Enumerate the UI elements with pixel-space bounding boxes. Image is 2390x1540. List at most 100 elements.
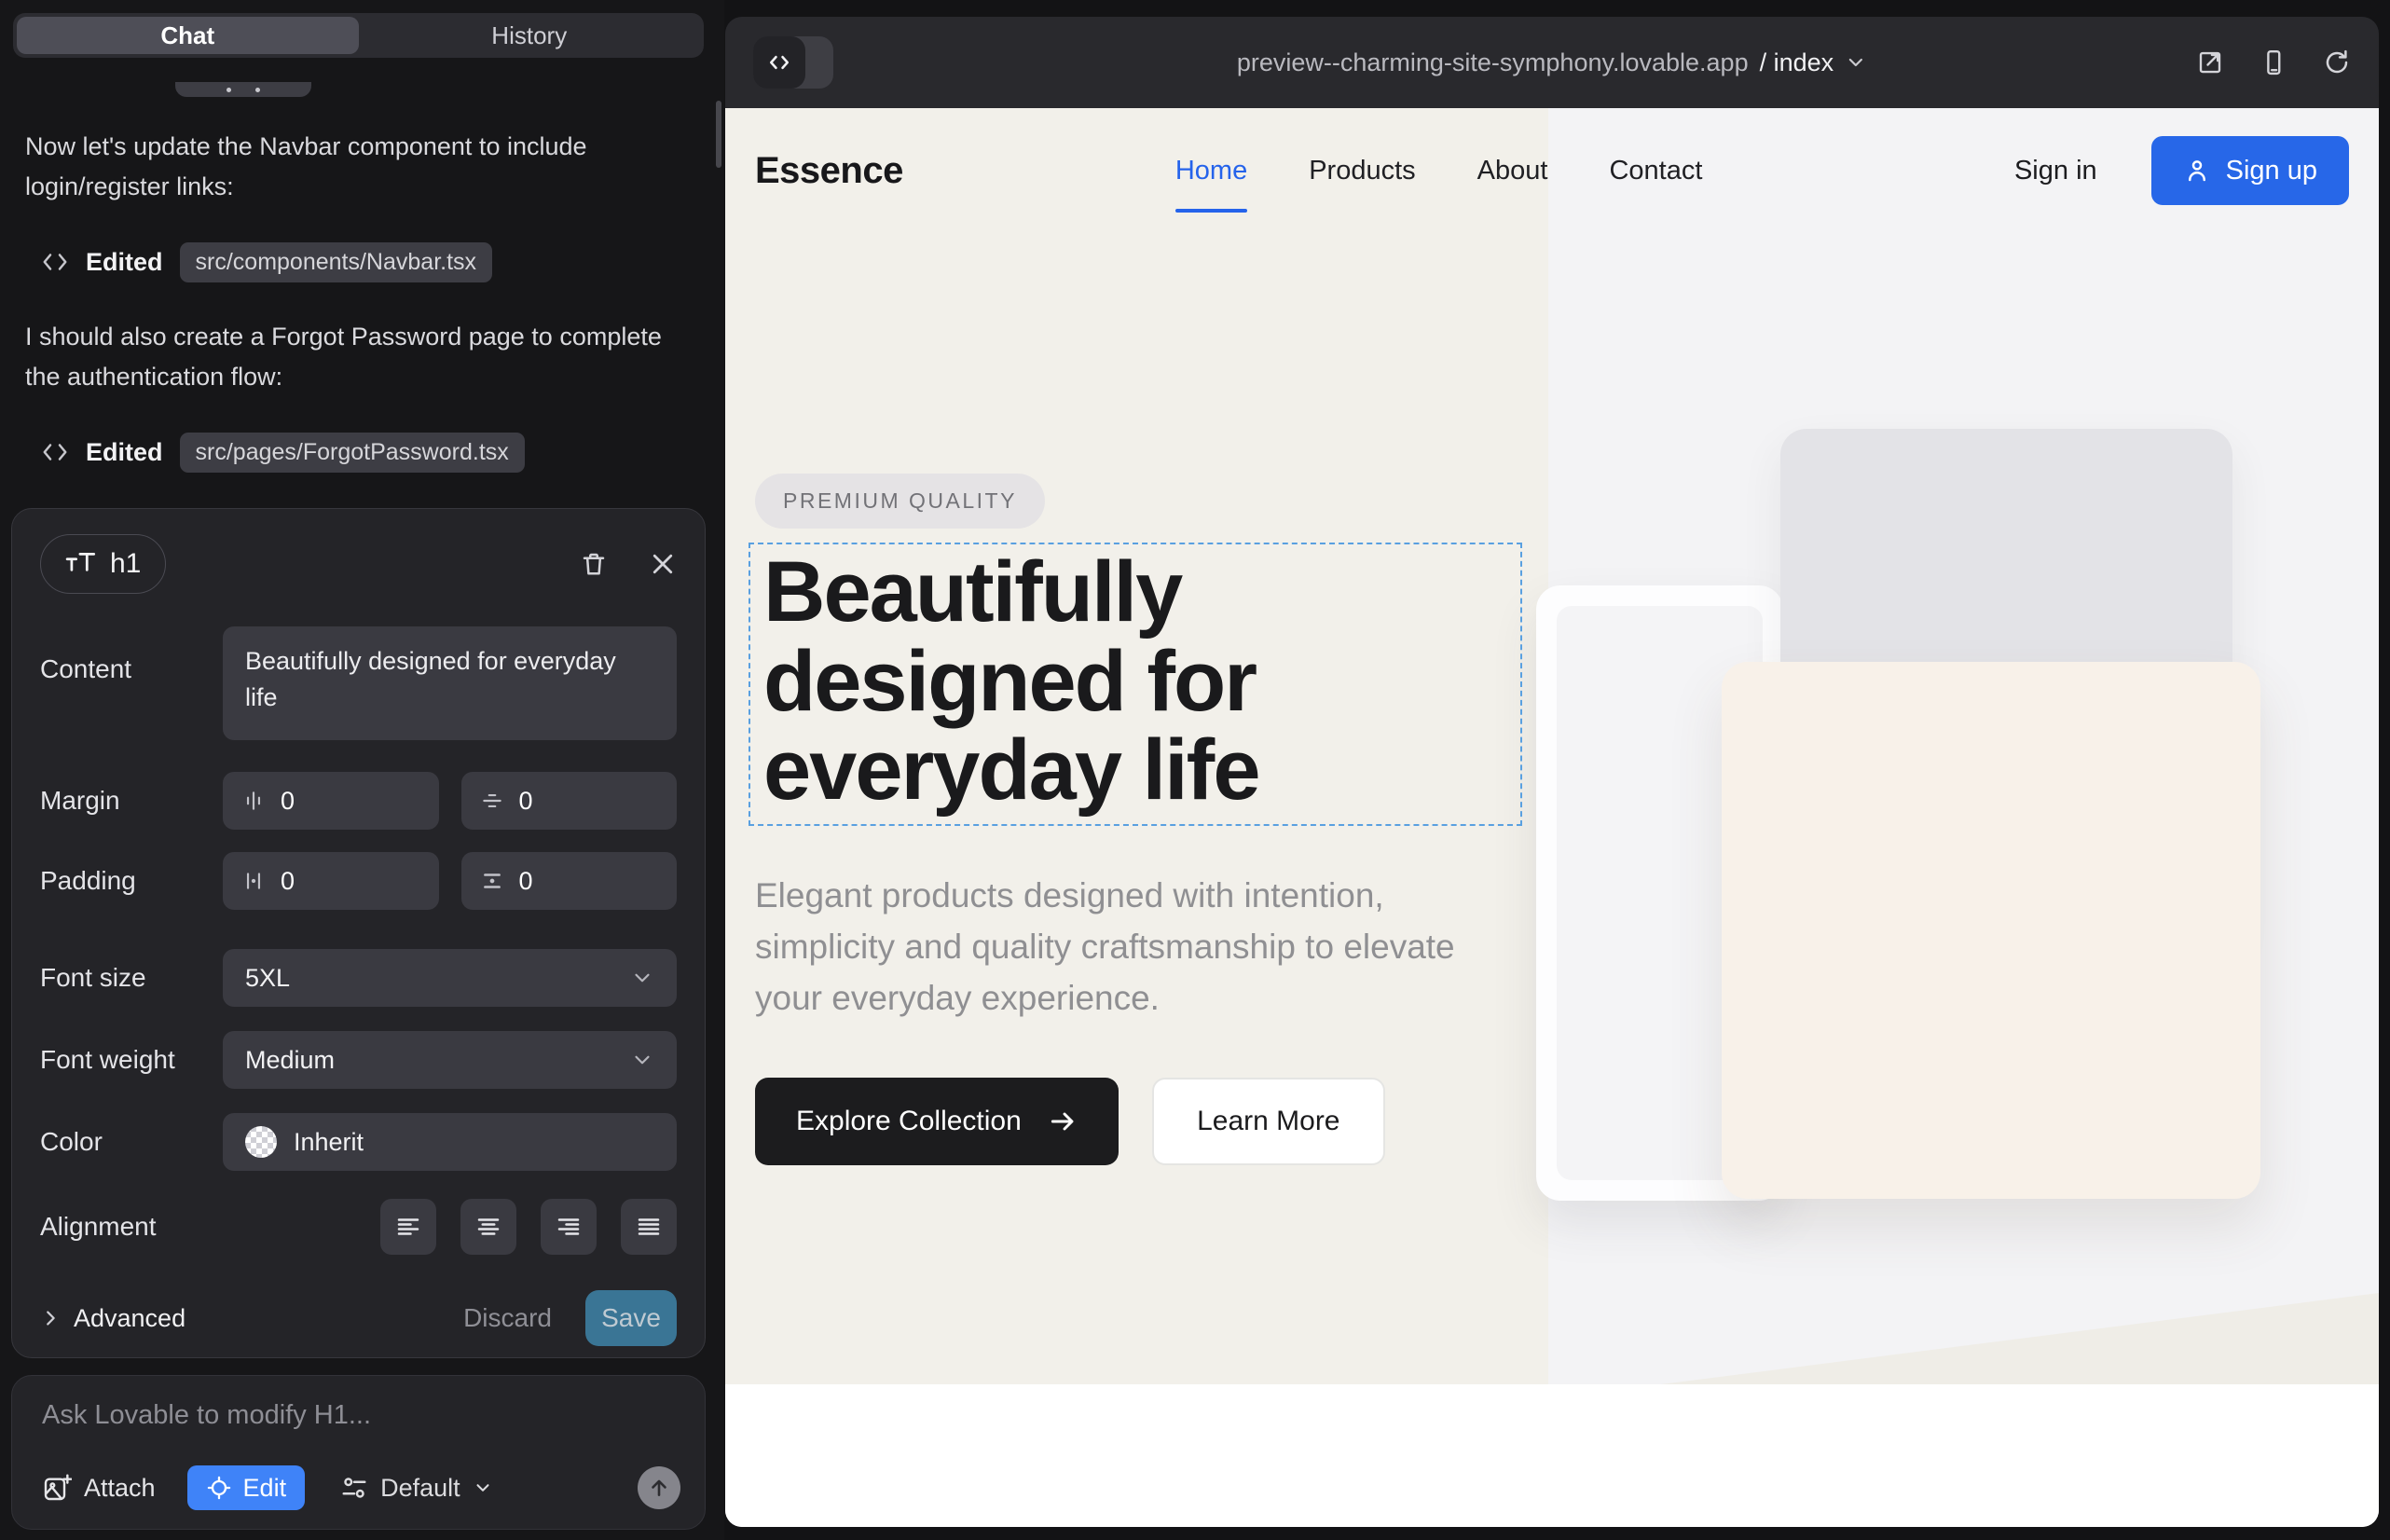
padding-x-icon xyxy=(241,869,266,893)
delete-element-button[interactable] xyxy=(580,550,608,578)
section-below-hero xyxy=(725,1384,2379,1527)
align-justify-button[interactable] xyxy=(621,1199,677,1255)
padding-y-input[interactable]: 0 xyxy=(461,852,678,910)
align-left-button[interactable] xyxy=(380,1199,436,1255)
edit-label: Edit xyxy=(243,1474,287,1503)
learn-more-button[interactable]: Learn More xyxy=(1152,1078,1385,1165)
chat-composer[interactable]: Ask Lovable to modify H1... Attach Edit … xyxy=(11,1375,706,1530)
site-logo[interactable]: Essence xyxy=(755,150,903,192)
mode-label: Default xyxy=(380,1474,460,1503)
chat-sidebar: Chat History Now let's update the Navbar… xyxy=(0,0,724,1540)
chevron-down-icon xyxy=(630,966,654,990)
url-breadcrumb[interactable]: preview--charming-site-symphony.lovable.… xyxy=(1237,17,1867,108)
mobile-icon xyxy=(2260,48,2287,76)
arrow-right-icon xyxy=(1048,1107,1078,1136)
explore-collection-button[interactable]: Explore Collection xyxy=(755,1078,1119,1165)
font-size-value: 5XL xyxy=(245,964,290,993)
nav-link-contact[interactable]: Contact xyxy=(1609,146,1702,196)
sign-in-link[interactable]: Sign in xyxy=(2014,156,2097,186)
target-icon xyxy=(206,1475,232,1501)
save-button[interactable]: Save xyxy=(585,1290,677,1346)
decor-card-cream xyxy=(1722,662,2260,1199)
edited-label: Edited xyxy=(86,248,163,277)
hero-description: Elegant products designed with intention… xyxy=(755,871,1501,1024)
align-left-icon xyxy=(394,1213,422,1241)
file-chip[interactable]: src/components/Navbar.tsx xyxy=(180,242,493,282)
element-style-editor: h1 Content Beautifully designed for eve xyxy=(11,508,706,1358)
nav-link-about[interactable]: About xyxy=(1477,146,1548,196)
explore-label: Explore Collection xyxy=(796,1106,1022,1137)
open-external-button[interactable] xyxy=(2196,48,2224,76)
composer-input[interactable]: Ask Lovable to modify H1... xyxy=(42,1400,675,1431)
font-weight-label: Font weight xyxy=(40,1045,223,1075)
site-navbar: Essence Home Products About Contact Sign… xyxy=(725,108,2379,233)
trash-icon xyxy=(580,550,608,578)
close-icon xyxy=(649,550,677,578)
sidebar-tabbar: Chat History xyxy=(13,13,704,58)
margin-y-input[interactable]: 0 xyxy=(461,772,678,830)
send-button[interactable] xyxy=(638,1466,680,1509)
file-chip[interactable]: src/pages/ForgotPassword.tsx xyxy=(180,433,525,473)
element-selection-outline[interactable]: Beautifully designed for everyday life xyxy=(749,543,1522,826)
tab-chat[interactable]: Chat xyxy=(17,17,359,54)
chevron-down-icon xyxy=(1845,51,1867,74)
color-label: Color xyxy=(40,1127,223,1157)
color-value: Inherit xyxy=(294,1128,364,1157)
site-viewport: Essence Home Products About Contact Sign… xyxy=(725,108,2379,1527)
nav-link-home[interactable]: Home xyxy=(1175,146,1247,196)
nav-link-products[interactable]: Products xyxy=(1309,146,1415,196)
mode-select[interactable]: Default xyxy=(340,1474,493,1503)
margin-x-icon xyxy=(241,789,266,813)
hero-heading: Beautifully designed for everyday life xyxy=(750,544,1520,816)
edited-label: Edited xyxy=(86,438,163,467)
edit-mode-button[interactable]: Edit xyxy=(187,1465,306,1510)
color-select[interactable]: Inherit xyxy=(223,1113,677,1171)
preview-browser: preview--charming-site-symphony.lovable.… xyxy=(725,17,2379,1527)
chat-scrollbar[interactable] xyxy=(716,101,721,168)
padding-label: Padding xyxy=(40,866,223,896)
user-icon xyxy=(2183,157,2211,185)
tab-history[interactable]: History xyxy=(359,17,701,54)
attach-button[interactable]: Attach xyxy=(42,1473,156,1503)
margin-x-input[interactable]: 0 xyxy=(223,772,439,830)
sign-up-label: Sign up xyxy=(2226,156,2317,186)
padding-x-value: 0 xyxy=(281,867,295,896)
padding-y-value: 0 xyxy=(519,867,533,896)
align-justify-icon xyxy=(635,1213,663,1241)
font-weight-select[interactable]: Medium xyxy=(223,1031,677,1089)
close-editor-button[interactable] xyxy=(649,550,677,578)
advanced-toggle[interactable]: Advanced xyxy=(40,1304,185,1333)
margin-y-value: 0 xyxy=(519,787,533,816)
browser-toolbar: preview--charming-site-symphony.lovable.… xyxy=(725,17,2379,108)
edited-file-row[interactable]: Edited src/components/Navbar.tsx xyxy=(41,241,492,283)
sign-up-button[interactable]: Sign up xyxy=(2151,136,2349,205)
edited-file-row[interactable]: Edited src/pages/ForgotPassword.tsx xyxy=(41,431,525,474)
content-input[interactable]: Beautifully designed for everyday life xyxy=(223,626,677,740)
align-right-icon xyxy=(555,1213,583,1241)
refresh-button[interactable] xyxy=(2323,48,2351,76)
url-host: preview--charming-site-symphony.lovable.… xyxy=(1237,48,1749,77)
editor-header: h1 xyxy=(40,533,677,595)
sliders-icon xyxy=(340,1474,368,1502)
align-right-button[interactable] xyxy=(541,1199,597,1255)
code-icon xyxy=(41,438,69,466)
discard-button[interactable]: Discard xyxy=(463,1303,552,1333)
code-preview-toggle[interactable] xyxy=(753,36,833,89)
padding-x-input[interactable]: 0 xyxy=(223,852,439,910)
premium-badge: PREMIUM QUALITY xyxy=(755,474,1045,529)
align-center-button[interactable] xyxy=(460,1199,516,1255)
code-icon xyxy=(41,248,69,276)
chevron-down-icon xyxy=(473,1478,493,1498)
font-size-select[interactable]: 5XL xyxy=(223,949,677,1007)
external-link-icon xyxy=(2196,48,2224,76)
element-tag-pill[interactable]: h1 xyxy=(40,534,166,594)
margin-y-icon xyxy=(480,789,504,813)
font-size-label: Font size xyxy=(40,963,223,993)
chevron-right-icon xyxy=(40,1308,61,1328)
mobile-view-button[interactable] xyxy=(2260,48,2287,76)
refresh-icon xyxy=(2323,48,2351,76)
alignment-label: Alignment xyxy=(40,1212,223,1242)
font-weight-value: Medium xyxy=(245,1046,335,1075)
assistant-message: Now let's update the Navbar component to… xyxy=(25,127,668,206)
attach-label: Attach xyxy=(84,1474,156,1503)
